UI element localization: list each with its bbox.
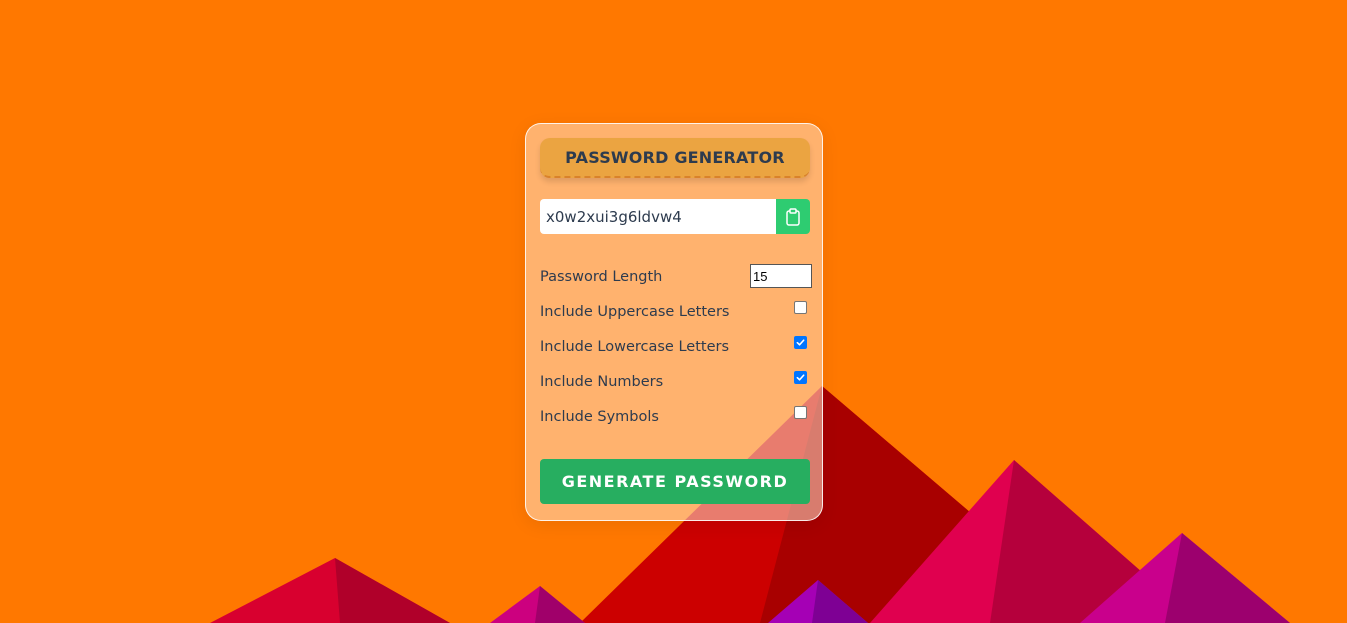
lowercase-checkbox[interactable] [794,336,807,349]
numbers-checkbox[interactable] [794,371,807,384]
setting-label: Password Length [540,269,663,285]
setting-lowercase: Include Lowercase Letters [540,334,812,369]
checkmark-icon [796,339,805,346]
clipboard-icon [786,207,800,226]
checkmark-icon [796,374,805,381]
password-output-row: x0w2xui3g6ldvw4 [540,199,810,234]
page-title: PASSWORD GENERATOR [565,147,785,167]
generate-password-button[interactable]: GENERATE PASSWORD [540,459,810,504]
setting-numbers: Include Numbers [540,369,812,404]
setting-password-length: Password Length [540,264,812,299]
password-length-input[interactable] [750,264,812,288]
uppercase-checkbox[interactable] [794,301,807,314]
setting-label: Include Uppercase Letters [540,304,730,320]
setting-uppercase: Include Uppercase Letters [540,299,812,334]
setting-label: Include Lowercase Letters [540,339,730,355]
settings-list: Password Length Include Uppercase Letter… [540,264,812,439]
copy-button[interactable] [776,199,810,234]
symbols-checkbox[interactable] [794,406,807,419]
password-generator-card: PASSWORD GENERATOR x0w2xui3g6ldvw4 Passw… [525,123,823,521]
generate-button-label: GENERATE PASSWORD [561,472,789,491]
setting-label: Include Numbers [540,374,664,390]
setting-symbols: Include Symbols [540,404,812,439]
setting-label: Include Symbols [540,409,659,425]
title-header: PASSWORD GENERATOR [540,138,810,178]
password-output-field[interactable]: x0w2xui3g6ldvw4 [540,199,776,234]
